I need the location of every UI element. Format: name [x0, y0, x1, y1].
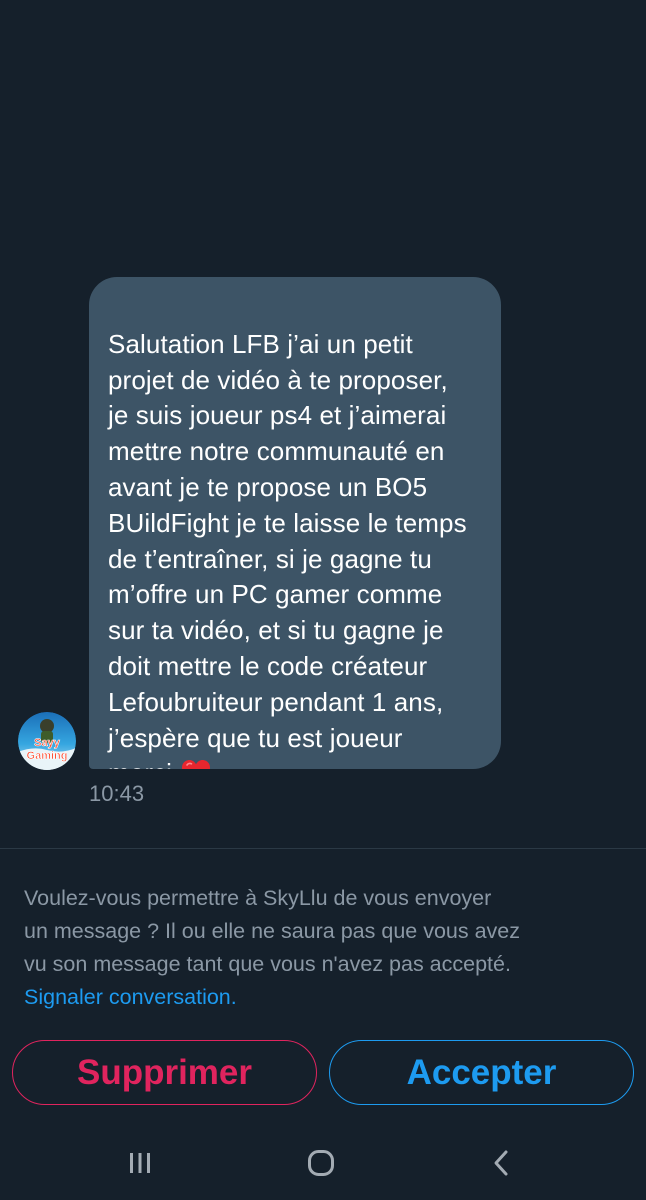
- message-line: projet de vidéo à te proposer,: [108, 364, 448, 395]
- message-bubble[interactable]: Salutation LFB j’ai un petit projet de v…: [89, 277, 501, 769]
- heart-icon: [181, 759, 211, 769]
- avatar[interactable]: Sayy Gaming: [18, 712, 76, 770]
- message-line: je suis joueur ps4 et j’aimerai: [108, 400, 447, 431]
- message-line: m’offre un PC gamer comme: [108, 579, 443, 610]
- report-conversation-link[interactable]: Signaler conversation.: [24, 981, 624, 1014]
- message-line: j’espère que tu est joueur: [108, 722, 403, 753]
- divider: [0, 848, 646, 849]
- conversation-area: Salutation LFB j’ai un petit projet de v…: [0, 0, 646, 848]
- system-navigation-bar: [0, 1125, 646, 1200]
- accept-button[interactable]: Accepter: [329, 1040, 634, 1105]
- message-line: de t’entraîner, si je gagne tu: [108, 543, 432, 574]
- avatar-text-top: Sayy: [34, 737, 61, 749]
- message-line: mettre notre communauté en: [108, 436, 445, 467]
- home-icon[interactable]: [301, 1143, 341, 1183]
- message-line: sur ta vidéo, et si tu gagne je: [108, 615, 444, 646]
- accept-button-label: Accepter: [406, 1052, 557, 1092]
- back-icon[interactable]: [481, 1143, 521, 1183]
- message-line: doit mettre le code créateur: [108, 650, 428, 681]
- message-line: Salutation LFB j’ai un petit: [108, 328, 413, 359]
- avatar-text-bottom: Gaming: [27, 750, 68, 762]
- message-line: merci: [108, 758, 172, 769]
- message-request-prompt: Voulez-vous permettre à SkyLlu de vous e…: [24, 882, 624, 1014]
- message-timestamp: 10:43: [89, 781, 145, 806]
- delete-button-label: Supprimer: [76, 1052, 253, 1092]
- message-line: Lefoubruiteur pendant 1 ans,: [108, 686, 444, 717]
- message-line: avant je te propose un BO5: [108, 471, 428, 502]
- delete-button[interactable]: Supprimer: [12, 1040, 317, 1105]
- request-line: Voulez-vous permettre à SkyLlu de vous e…: [24, 886, 492, 910]
- message-line: BUildFight je te laisse le temps: [108, 507, 467, 538]
- request-line: un message ? Il ou elle ne saura pas que…: [24, 919, 521, 943]
- request-line: vu son message tant que vous n'avez pas …: [24, 952, 511, 976]
- recent-apps-icon[interactable]: [120, 1143, 160, 1183]
